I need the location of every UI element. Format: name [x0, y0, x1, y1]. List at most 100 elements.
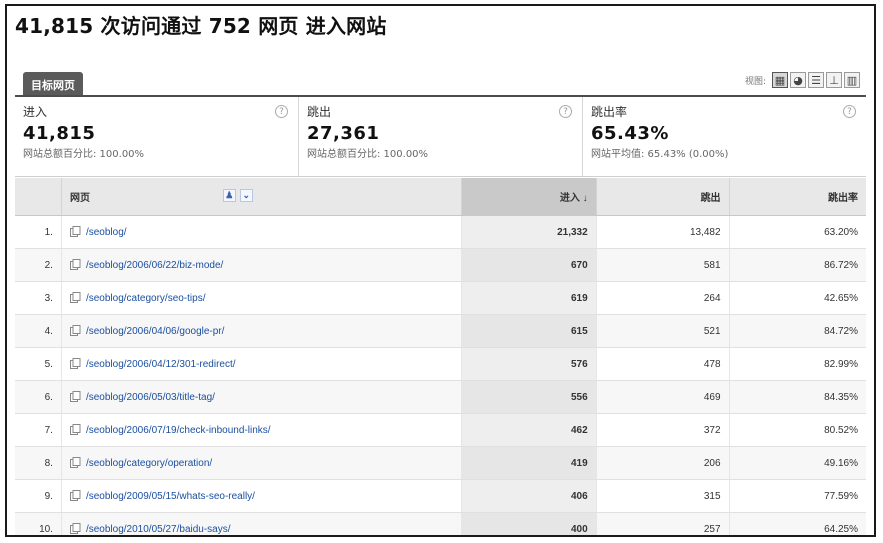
page-cell: /seoblog/2006/04/12/301-redirect/ [61, 347, 462, 381]
page-cell: /seoblog/2009/05/15/whats-seo-really/ [61, 479, 462, 513]
bounces-value: 264 [596, 281, 730, 315]
metric-label: 跳出率 [591, 105, 628, 119]
bounce-rate-value: 86.72% [729, 248, 866, 282]
entrances-value: 615 [461, 314, 597, 348]
landing-pages-table: 网页 ♟ ⌄ 进入 ↓ 跳出 跳出率 1. /seoblog/21,332 13,4… [15, 178, 866, 535]
summary-metrics: 进入 41,815 网站总额百分比: 100.00% ? 跳出 27,361 网… [15, 97, 866, 177]
bounces-value: 478 [596, 347, 730, 381]
page-cell: /seoblog/2006/04/06/google-pr/ [61, 314, 462, 348]
column-tools: ♟ ⌄ [222, 189, 253, 202]
entrances-value: 619 [461, 281, 597, 315]
filter-people-icon[interactable]: ♟ [222, 189, 236, 202]
metric-subtext: 网站总额百分比: 100.00% [307, 149, 429, 160]
page-icon[interactable] [69, 391, 81, 402]
table-view-icon[interactable]: ▦ [772, 72, 788, 88]
page-icon[interactable] [69, 457, 81, 468]
table-row: 6. /seoblog/2006/05/03/title-tag/556 469 84… [15, 380, 866, 414]
page-cell: /seoblog/2006/06/22/biz-mode/ [61, 248, 462, 282]
page-icon[interactable] [69, 490, 81, 501]
row-index: 6. [15, 380, 62, 414]
metric-value: 27,361 [307, 123, 380, 144]
bounce-rate-value: 80.52% [729, 413, 866, 447]
page-icon[interactable] [69, 358, 81, 369]
bounce-rate-value: 84.72% [729, 314, 866, 348]
page-link[interactable]: /seoblog/2006/06/22/biz-mode/ [86, 260, 223, 271]
row-index: 1. [15, 215, 62, 249]
row-index: 7. [15, 413, 62, 447]
entrances-value: 400 [461, 512, 597, 535]
table-header-row: 网页 ♟ ⌄ 进入 ↓ 跳出 跳出率 [15, 178, 866, 216]
table-row: 2. /seoblog/2006/06/22/biz-mode/670 581 86.… [15, 248, 866, 282]
page-cell: /seoblog/ [61, 215, 462, 249]
table-row: 9. /seoblog/2009/05/15/whats-seo-really/4… [15, 479, 866, 513]
page-link[interactable]: /seoblog/category/seo-tips/ [86, 293, 206, 304]
row-index: 10. [15, 512, 62, 535]
comparison-view-icon[interactable]: ⊥ [826, 72, 842, 88]
bounce-rate-value: 49.16% [729, 446, 866, 480]
table-row: 4. /seoblog/2006/04/06/google-pr/615 521 84… [15, 314, 866, 348]
table-row: 3. /seoblog/category/seo-tips/619 264 42.65… [15, 281, 866, 315]
bounce-rate-value: 82.99% [729, 347, 866, 381]
page-link[interactable]: /seoblog/2010/05/27/baidu-says/ [86, 524, 231, 535]
row-index: 5. [15, 347, 62, 381]
entrances-value: 419 [461, 446, 597, 480]
entrances-column-header[interactable]: 进入 ↓ [461, 178, 597, 216]
bounces-value: 372 [596, 413, 730, 447]
bounce-rate-column-header[interactable]: 跳出率 [729, 178, 866, 216]
page-link[interactable]: /seoblog/2006/07/19/check-inbound-links/ [86, 425, 271, 436]
bar-view-icon[interactable]: ☰ [808, 72, 824, 88]
page-icon[interactable] [69, 292, 81, 303]
metric-value: 65.43% [591, 123, 669, 144]
page-icon[interactable] [69, 226, 81, 237]
page-icon[interactable] [69, 523, 81, 534]
page-link[interactable]: /seoblog/ [86, 227, 127, 238]
bounces-value: 581 [596, 248, 730, 282]
page-icon[interactable] [69, 325, 81, 336]
page-column-header[interactable]: 网页 ♟ ⌄ [61, 178, 462, 216]
help-icon[interactable]: ? [559, 105, 572, 118]
help-icon[interactable]: ? [275, 105, 288, 118]
entrances-value: 462 [461, 413, 597, 447]
report-frame: 41,815 次访问通过 752 网页 进入网站 目标网页 视图: ▦ ◕ ☰ … [5, 4, 876, 537]
page-cell: /seoblog/category/seo-tips/ [61, 281, 462, 315]
bounces-value: 206 [596, 446, 730, 480]
page-cell: /seoblog/2006/07/19/check-inbound-links/ [61, 413, 462, 447]
bounces-value: 315 [596, 479, 730, 513]
page-link[interactable]: /seoblog/2009/05/15/whats-seo-really/ [86, 491, 255, 502]
page-icon[interactable] [69, 259, 81, 270]
metric-value: 41,815 [23, 123, 96, 144]
pivot-view-icon[interactable]: ▥ [844, 72, 860, 88]
row-index: 8. [15, 446, 62, 480]
bounce-rate-value: 77.59% [729, 479, 866, 513]
entrances-value: 406 [461, 479, 597, 513]
page-link[interactable]: /seoblog/2006/05/03/title-tag/ [86, 392, 215, 403]
page-icon[interactable] [69, 424, 81, 435]
table-row: 10. /seoblog/2010/05/27/baidu-says/400 257… [15, 512, 866, 535]
metric-bounces: 跳出 27,361 网站总额百分比: 100.00% ? [299, 97, 583, 176]
bounce-rate-value: 63.20% [729, 215, 866, 249]
pie-view-icon[interactable]: ◕ [790, 72, 806, 88]
page-link[interactable]: /seoblog/2006/04/12/301-redirect/ [86, 359, 236, 370]
table-row: 5. /seoblog/2006/04/12/301-redirect/576 47… [15, 347, 866, 381]
bounces-value: 13,482 [596, 215, 730, 249]
row-index: 4. [15, 314, 62, 348]
row-index: 3. [15, 281, 62, 315]
chevron-down-icon[interactable]: ⌄ [239, 189, 253, 202]
page-title: 41,815 次访问通过 752 网页 进入网站 [15, 14, 387, 38]
table-row: 1. /seoblog/21,332 13,482 63.20% [15, 215, 866, 249]
page-link[interactable]: /seoblog/2006/04/06/google-pr/ [86, 326, 224, 337]
page-cell: /seoblog/2006/05/03/title-tag/ [61, 380, 462, 414]
page-link[interactable]: /seoblog/category/operation/ [86, 458, 212, 469]
metric-subtext: 网站平均值: 65.43% (0.00%) [591, 149, 729, 160]
entrances-value: 556 [461, 380, 597, 414]
table-row: 8. /seoblog/category/operation/419 206 49.1… [15, 446, 866, 480]
metric-bounce-rate: 跳出率 65.43% 网站平均值: 65.43% (0.00%) ? [583, 97, 866, 176]
tab-landing-pages[interactable]: 目标网页 [23, 72, 83, 97]
metric-label: 进入 [23, 105, 48, 119]
bounces-column-header[interactable]: 跳出 [596, 178, 730, 216]
help-icon[interactable]: ? [843, 105, 856, 118]
entrances-value: 670 [461, 248, 597, 282]
bounces-value: 469 [596, 380, 730, 414]
entrances-value: 21,332 [461, 215, 597, 249]
index-header [15, 178, 62, 216]
